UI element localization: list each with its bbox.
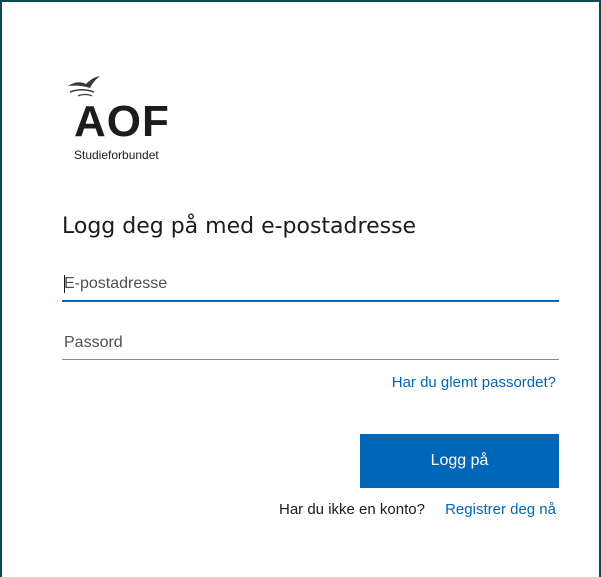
logo-wordmark: AOF xyxy=(74,97,170,146)
logo-subtitle: Studieforbundet xyxy=(74,148,159,162)
login-button[interactable]: Logg på xyxy=(360,434,559,488)
no-account-text: Har du ikke en konto? xyxy=(279,501,425,518)
signup-row: Har du ikke en konto? Registrer deg nå xyxy=(279,501,556,518)
aof-logo: AOF Studieforbundet xyxy=(62,72,212,172)
register-link[interactable]: Registrer deg nå xyxy=(445,501,556,518)
page-title: Logg deg på med e-postadresse xyxy=(62,214,417,239)
login-card: AOF Studieforbundet Logg deg på med e-po… xyxy=(0,0,601,577)
password-input[interactable] xyxy=(62,326,559,360)
forgot-password-link[interactable]: Har du glemt passordet? xyxy=(392,374,556,391)
email-input[interactable] xyxy=(62,268,559,302)
text-cursor xyxy=(64,275,65,293)
